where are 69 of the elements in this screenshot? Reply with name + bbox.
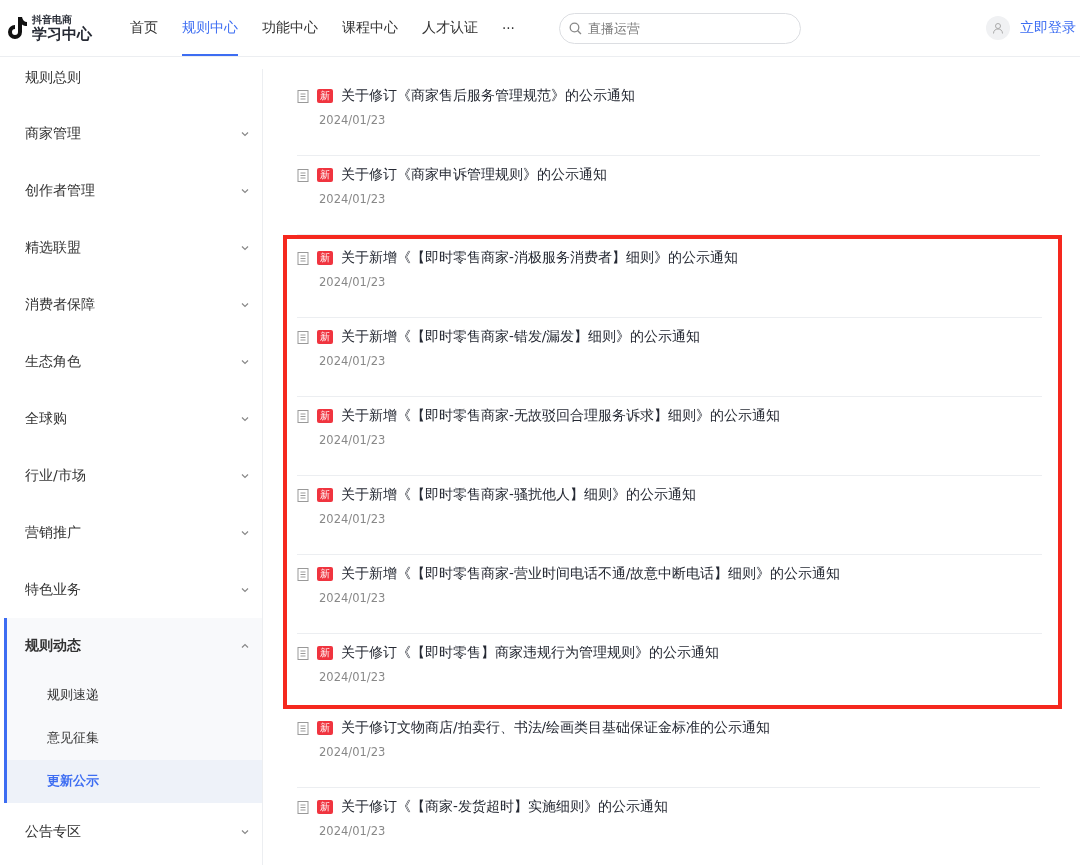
notice-title-link[interactable]: 关于修订《【即时零售】商家违规行为管理规则》的公示通知 <box>341 644 719 662</box>
notice-title-link[interactable]: 关于新增《【即时零售商家-无故驳回合理服务诉求】细则》的公示通知 <box>341 407 780 425</box>
document-icon <box>297 409 309 423</box>
document-icon <box>297 89 309 103</box>
chevron-icon <box>240 641 250 651</box>
notice-date: 2024/01/23 <box>319 113 387 127</box>
nav-tab[interactable]: 规则中心 <box>182 0 238 56</box>
document-icon <box>297 646 309 660</box>
new-badge: 新 <box>317 646 333 660</box>
new-badge: 新 <box>317 721 333 735</box>
notice-date: 2024/01/23 <box>319 591 387 605</box>
notice-date: 2024/01/23 <box>319 745 387 759</box>
notice-title-link[interactable]: 关于新增《【即时零售商家-消极服务消费者】细则》的公示通知 <box>341 249 738 267</box>
sidebar-item[interactable]: 精选联盟 <box>4 219 262 276</box>
logo-subtitle: 抖音电商 <box>32 13 72 25</box>
sidebar-item[interactable]: 规则动态 <box>7 618 262 674</box>
document-icon <box>297 168 309 182</box>
notice-title-link[interactable]: 关于修订《【商家-发货超时】实施细则》的公示通知 <box>341 798 668 816</box>
music-note-logo-icon <box>6 15 28 41</box>
document-icon <box>297 488 309 502</box>
document-icon <box>297 251 309 265</box>
new-badge: 新 <box>317 567 333 581</box>
notice-title-link[interactable]: 关于新增《【即时零售商家-骚扰他人】细则》的公示通知 <box>341 486 696 504</box>
notice-date: 2024/01/23 <box>319 512 387 526</box>
nav-tab[interactable]: ··· <box>502 0 515 56</box>
document-icon <box>297 800 309 814</box>
sidebar-item[interactable]: 商家管理 <box>4 105 262 162</box>
notice-date: 2024/01/23 <box>319 192 387 206</box>
notice-title-link[interactable]: 关于新增《【即时零售商家-错发/漏发】细则》的公示通知 <box>341 328 701 346</box>
sidebar-item[interactable]: 创作者管理 <box>4 162 262 219</box>
search-field[interactable]: 直播运营 <box>558 12 801 44</box>
notice-date: 2024/01/23 <box>319 670 387 684</box>
new-badge: 新 <box>317 409 333 423</box>
search-icon <box>568 21 582 35</box>
nav-tab[interactable]: 课程中心 <box>342 0 398 56</box>
sidebar-subitem[interactable]: 更新公示 <box>7 760 262 803</box>
nav-tab[interactable]: 人才认证 <box>422 0 478 56</box>
sidebar-item[interactable]: 公告专区 <box>4 803 262 860</box>
sidebar-item[interactable]: 全球购 <box>4 390 262 447</box>
notice-date: 2024/01/23 <box>319 275 387 289</box>
new-badge: 新 <box>317 488 333 502</box>
document-icon <box>297 721 309 735</box>
document-icon <box>297 567 309 581</box>
new-badge: 新 <box>317 330 333 344</box>
sidebar-item[interactable]: 营销推广 <box>4 504 262 561</box>
sidebar-item[interactable]: 特色业务 <box>4 561 262 618</box>
sidebar-item[interactable]: 生态角色 <box>4 333 262 390</box>
notice-date: 2024/01/23 <box>319 824 387 838</box>
document-icon <box>297 330 309 344</box>
notice-title-link[interactable]: 关于修订文物商店/拍卖行、书法/绘画类目基础保证金标准的公示通知 <box>341 719 771 737</box>
notice-date: 2024/01/23 <box>319 354 387 368</box>
sidebar-item[interactable]: 规则总则 <box>4 69 262 105</box>
nav-tab[interactable]: 首页 <box>130 0 158 56</box>
notice-title-link[interactable]: 关于新增《【即时零售商家-营业时间电话不通/故意中断电话】细则》的公示通知 <box>341 565 841 583</box>
new-badge: 新 <box>317 251 333 265</box>
notice-date: 2024/01/23 <box>319 433 387 447</box>
login-link[interactable]: 立即登录 <box>1020 19 1076 37</box>
notice-title-link[interactable]: 关于修订《商家售后服务管理规范》的公示通知 <box>341 87 635 105</box>
notice-title-link[interactable]: 关于修订《商家申诉管理规则》的公示通知 <box>341 166 607 184</box>
sidebar-subitem[interactable]: 规则速递 <box>7 674 262 717</box>
new-badge: 新 <box>317 168 333 182</box>
sidebar-item[interactable]: 消费者保障 <box>4 276 262 333</box>
sidebar-item[interactable]: 行业/市场 <box>4 447 262 504</box>
avatar-icon[interactable] <box>986 16 1010 40</box>
new-badge: 新 <box>317 800 333 814</box>
logo-title: 学习中心 <box>32 24 92 43</box>
nav-tab[interactable]: 功能中心 <box>262 0 318 56</box>
sidebar-subitem[interactable]: 意见征集 <box>7 717 262 760</box>
new-badge: 新 <box>317 89 333 103</box>
